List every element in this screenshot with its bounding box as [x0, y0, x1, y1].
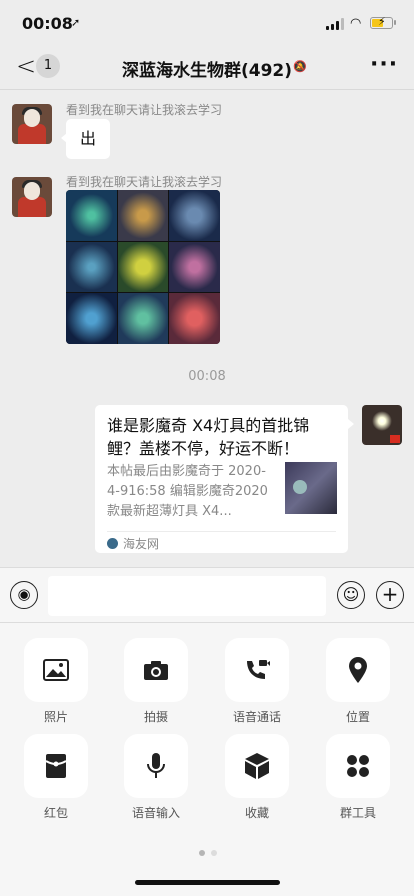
coral-photo-grid[interactable]	[66, 190, 220, 344]
own-avatar[interactable]	[362, 405, 402, 445]
chat-header: < 1 深蓝海水生物群(492) 🔕 ···	[0, 44, 414, 90]
more-options-button[interactable]: ···	[370, 52, 398, 77]
battery-charging-icon: ⚡	[370, 15, 393, 29]
emoji-icon[interactable]: ☺	[337, 581, 365, 609]
home-indicator[interactable]	[135, 880, 280, 885]
microphone-icon	[147, 753, 165, 778]
link-card-thumbnail	[285, 462, 337, 514]
source-site-icon	[107, 538, 118, 549]
voice-call-icon	[247, 660, 270, 679]
bell-off-icon: 🔕	[293, 60, 307, 73]
tool-group-tools[interactable]: 群工具	[326, 734, 390, 821]
tool-label: 照片	[43, 710, 68, 724]
camera-icon	[144, 661, 168, 680]
tool-label: 收藏	[244, 806, 269, 820]
tool-voice-call[interactable]: 语音通话	[225, 638, 289, 725]
voice-icon[interactable]: ◉	[10, 581, 38, 609]
tool-camera[interactable]: 拍摄	[124, 638, 188, 725]
message-input[interactable]	[48, 576, 326, 616]
link-card-description: 本帖最后由影魔奇于 2020-4-916:58 编辑影魔奇2020款最新超薄灯具…	[107, 464, 268, 519]
sender-avatar[interactable]	[12, 177, 52, 217]
red-packet-icon	[45, 754, 67, 778]
favorites-icon	[245, 753, 269, 779]
wifi-icon: ◠	[350, 16, 362, 31]
tool-label: 群工具	[339, 806, 376, 820]
status-bar: 00:08 ➚ ◠ ⚡	[0, 0, 414, 44]
tool-favorites[interactable]: 收藏	[225, 734, 289, 821]
link-card-message[interactable]: 谁是影魔奇 X4灯具的首批锦鲤？盖楼不停，好运不断！ 本帖最后由影魔奇于 202…	[95, 405, 354, 553]
battery-cap	[394, 20, 396, 25]
text-message-bubble[interactable]: 出	[61, 119, 110, 159]
chat-input-bar: ◉ ☺ +	[0, 567, 414, 623]
tool-photo[interactable]: 照片	[24, 638, 88, 725]
tool-label: 位置	[345, 710, 370, 724]
link-card-source: 海友网	[107, 535, 159, 552]
group-tools-icon	[347, 755, 369, 777]
tool-label: 语音输入	[131, 806, 180, 820]
tool-label: 拍摄	[143, 710, 168, 724]
tool-voice-input[interactable]: 语音输入	[124, 734, 188, 821]
sender-avatar[interactable]	[12, 104, 52, 144]
status-time: 00:08	[22, 14, 73, 33]
group-title: 深蓝海水生物群(492)	[121, 61, 293, 81]
message-timestamp: 00:08	[188, 369, 226, 384]
tool-red-packet[interactable]: 红包	[24, 734, 88, 821]
more-tools-panel: 照片 拍摄 语音通话 位置 红包 语音输入 收藏 群工具	[0, 623, 414, 896]
page-indicator	[196, 841, 220, 860]
plus-icon[interactable]: +	[376, 581, 404, 609]
location-icon	[349, 657, 367, 683]
divider	[107, 531, 336, 532]
sender-name: 看到我在聊天请让我滚去学习	[66, 175, 223, 189]
photo-icon	[43, 659, 69, 681]
sender-name: 看到我在聊天请让我滚去学习	[66, 103, 223, 117]
tool-label: 红包	[43, 806, 68, 820]
cellular-signal-icon	[326, 18, 344, 30]
link-card-title: 谁是影魔奇 X4灯具的首批锦鲤？盖楼不停，好运不断！	[107, 416, 310, 458]
tool-label: 语音通话	[232, 710, 281, 724]
source-name: 海友网	[123, 537, 160, 551]
location-arrow-icon: ➚	[71, 16, 81, 29]
tool-location[interactable]: 位置	[326, 638, 390, 725]
